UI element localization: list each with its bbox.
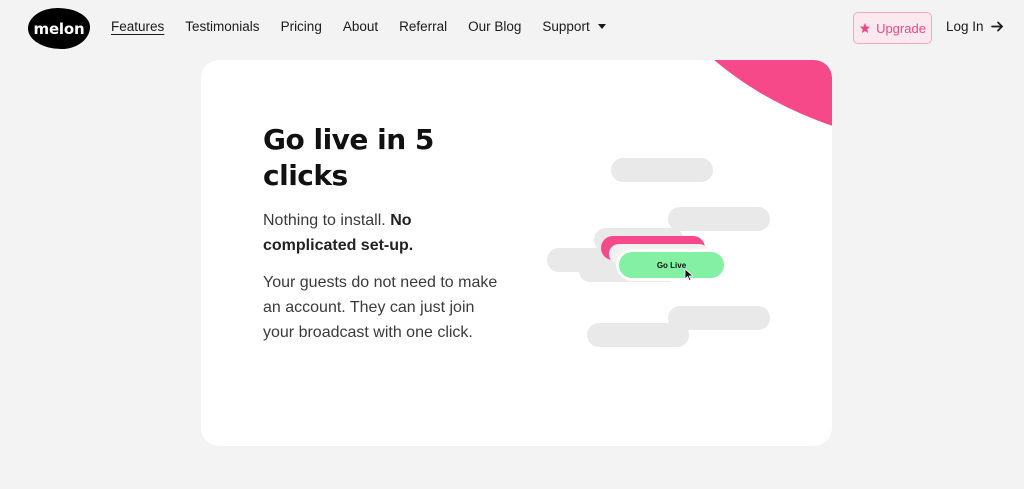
nav-link-referral[interactable]: Referral — [399, 19, 447, 34]
feature-paragraph-1: Nothing to install. No complicated set-u… — [263, 208, 503, 258]
nav-link-testimonials[interactable]: Testimonials — [185, 19, 259, 34]
melon-logo[interactable]: melon — [28, 8, 90, 49]
nav-link-support[interactable]: Support — [542, 19, 606, 34]
placeholder-pill — [611, 158, 713, 182]
pink-decorative-blob — [631, 60, 832, 150]
arrow-right-icon — [990, 21, 1003, 32]
nav-link-support-label: Support — [542, 19, 590, 34]
nav-links: Features Testimonials Pricing About Refe… — [111, 19, 606, 34]
p1-plain: Nothing to install. — [263, 212, 386, 229]
feature-headline: Go live in 5 clicks — [263, 123, 434, 192]
nav-link-features[interactable]: Features — [111, 19, 164, 34]
top-nav: melon Features Testimonials Pricing Abou… — [0, 0, 1024, 56]
placeholder-pill — [668, 207, 770, 231]
login-link[interactable]: Log In — [946, 19, 1004, 34]
nav-link-blog[interactable]: Our Blog — [468, 19, 521, 34]
nav-link-pricing[interactable]: Pricing — [281, 19, 322, 34]
nav-link-about[interactable]: About — [343, 19, 378, 34]
placeholder-pill — [587, 323, 689, 347]
chevron-down-icon — [597, 23, 606, 29]
upgrade-label: Upgrade — [876, 20, 926, 36]
feature-card: Go live in 5 clicks Nothing to install. … — [201, 60, 832, 446]
feature-paragraph-2: Your guests do not need to make an accou… — [263, 274, 498, 341]
login-label: Log In — [946, 19, 984, 34]
upgrade-button[interactable]: Upgrade — [853, 12, 932, 44]
star-icon — [860, 23, 871, 33]
go-live-button: Go Live — [619, 252, 724, 278]
mouse-cursor-icon — [684, 268, 694, 282]
